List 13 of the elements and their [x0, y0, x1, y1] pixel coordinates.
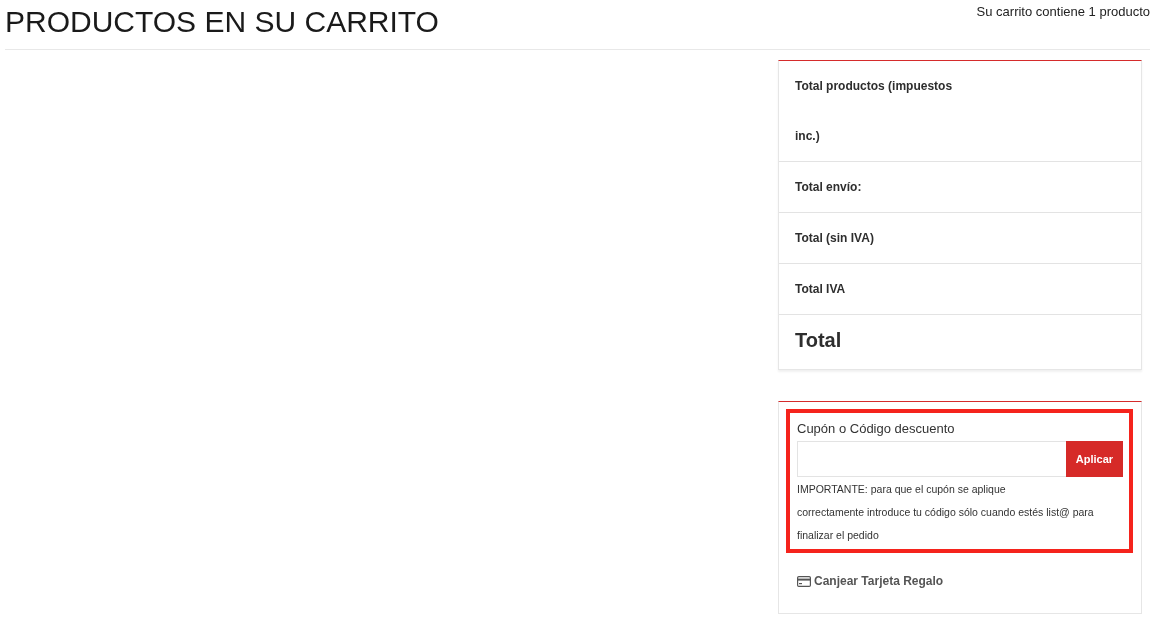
credit-card-icon: [797, 576, 811, 587]
summary-label: Total (sin IVA): [795, 230, 875, 247]
summary-total-label: Total: [795, 328, 843, 353]
page-title: PRODUCTOS EN SU CARRITO: [5, 4, 439, 37]
cart-count-text: Su carrito contiene 1 producto: [976, 3, 1150, 19]
summary-label: Total productos (impuestos inc.): [795, 78, 954, 145]
apply-button[interactable]: Aplicar: [1066, 441, 1123, 477]
summary-label: Total IVA: [795, 281, 847, 298]
coupon-input[interactable]: [797, 441, 1066, 477]
coupon-label: Cupón o Código descuento: [797, 420, 955, 438]
gift-card-link[interactable]: Canjear Tarjeta Regalo: [797, 574, 944, 589]
coupon-note: IMPORTANTE: para que el cupón se aplique correctamente introduce tu código sólo cuando estés list@ para finalizar el pedido: [797, 482, 1095, 543]
summary-label: Total envío:: [795, 179, 863, 196]
